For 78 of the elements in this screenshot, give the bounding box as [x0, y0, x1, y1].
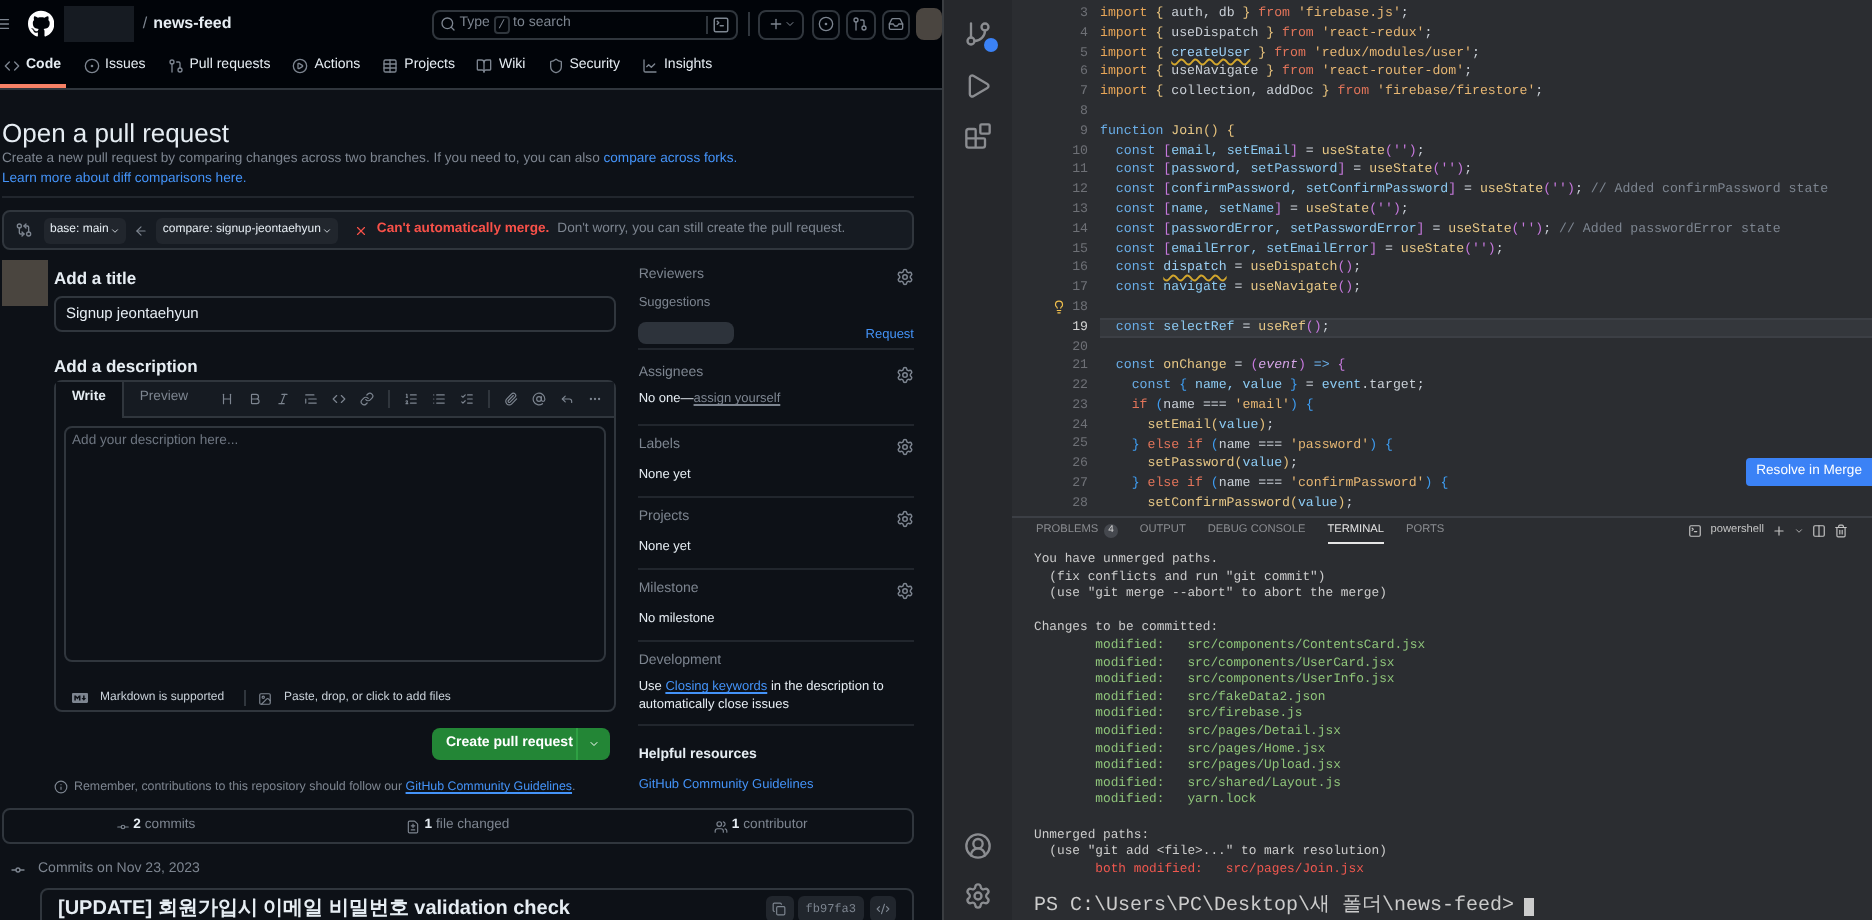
italic-icon[interactable]	[276, 392, 291, 406]
settings-icon[interactable]	[896, 510, 914, 529]
commit-icon	[10, 862, 26, 879]
inbox-button[interactable]	[881, 9, 910, 39]
github-logo-icon[interactable]	[27, 10, 54, 38]
info-icon	[54, 780, 68, 795]
redacted-block	[63, 6, 135, 42]
terminal-icon	[1688, 523, 1703, 538]
settings-icon[interactable]	[964, 882, 992, 910]
issue-icon	[818, 16, 835, 32]
file-diff-icon	[406, 819, 421, 833]
commit-message[interactable]: [UPDATE] 회원가입시 이메일 비밀번호 validation check	[58, 894, 570, 920]
settings-icon[interactable]	[896, 438, 914, 457]
compare-icon	[16, 222, 32, 238]
image-icon	[258, 691, 273, 705]
caret-icon	[110, 225, 121, 235]
chevron-icon[interactable]	[1794, 525, 1804, 536]
shield-icon	[547, 58, 564, 74]
left-arrow-icon	[134, 223, 149, 237]
caret-icon	[322, 225, 333, 235]
link-icon[interactable]	[360, 392, 375, 406]
settings-icon[interactable]	[896, 582, 914, 601]
description-label: Add a description	[54, 354, 200, 378]
redacted-block	[638, 321, 735, 344]
chart-icon	[641, 58, 658, 74]
trash-icon[interactable]	[1834, 523, 1848, 538]
people-icon	[713, 819, 728, 833]
code-icon	[4, 58, 20, 74]
run-debug-icon[interactable]	[964, 72, 992, 100]
menu-icon[interactable]	[0, 14, 12, 34]
mention-icon[interactable]	[532, 392, 547, 406]
table-icon	[382, 58, 399, 74]
caret-icon	[783, 18, 796, 30]
more-icon[interactable]	[588, 392, 603, 406]
markdown-icon	[72, 690, 88, 706]
pull-request-icon	[852, 16, 869, 32]
extensions-icon[interactable]	[964, 122, 992, 150]
settings-icon[interactable]	[896, 365, 914, 384]
title-label: Add a title	[54, 266, 139, 290]
issue-icon	[83, 58, 99, 74]
quote-icon[interactable]	[304, 392, 319, 406]
avatar-placeholder	[2, 260, 48, 306]
code-icon	[876, 902, 890, 916]
heading-icon[interactable]	[220, 392, 235, 406]
command-palette-icon[interactable]	[711, 15, 730, 33]
caret-icon	[588, 738, 600, 750]
issues-button[interactable]	[812, 9, 841, 39]
path-separator: /	[142, 12, 148, 36]
browse-code-button[interactable]	[870, 896, 896, 920]
code-icon[interactable]	[332, 392, 347, 406]
pull-request-icon	[167, 58, 184, 74]
copy-icon	[772, 902, 787, 916]
copy-button[interactable]	[765, 896, 794, 920]
terminal-cursor	[1524, 898, 1535, 917]
settings-icon[interactable]	[896, 267, 914, 286]
task-list-icon[interactable]	[460, 392, 475, 406]
repo-link[interactable]: news-feed	[153, 12, 232, 36]
search-icon	[439, 16, 456, 32]
play-icon	[292, 58, 309, 74]
account-icon[interactable]	[964, 832, 992, 860]
plus-icon	[767, 16, 784, 32]
split-icon[interactable]	[1812, 523, 1826, 538]
commit-icon	[115, 819, 130, 833]
bold-icon[interactable]	[248, 392, 263, 406]
lightbulb-icon[interactable]	[1052, 300, 1066, 315]
paperclip-icon[interactable]	[504, 392, 519, 406]
numbered-list-icon[interactable]	[404, 392, 419, 406]
page-title: Open a pull request	[2, 118, 231, 150]
reply-icon[interactable]	[560, 392, 575, 406]
bullet-list-icon[interactable]	[432, 392, 447, 406]
terminal-line: PS C:\Users\PC\Desktop\새 폴더\news-feed>	[1034, 895, 1515, 920]
notification-badge	[984, 38, 998, 52]
source-control-icon[interactable]	[964, 20, 992, 48]
inbox-icon	[887, 16, 904, 32]
create-new-button[interactable]	[758, 9, 805, 39]
new-terminal-icon[interactable]	[1772, 523, 1786, 538]
book-icon	[476, 58, 493, 74]
pull-requests-button[interactable]	[846, 9, 876, 39]
